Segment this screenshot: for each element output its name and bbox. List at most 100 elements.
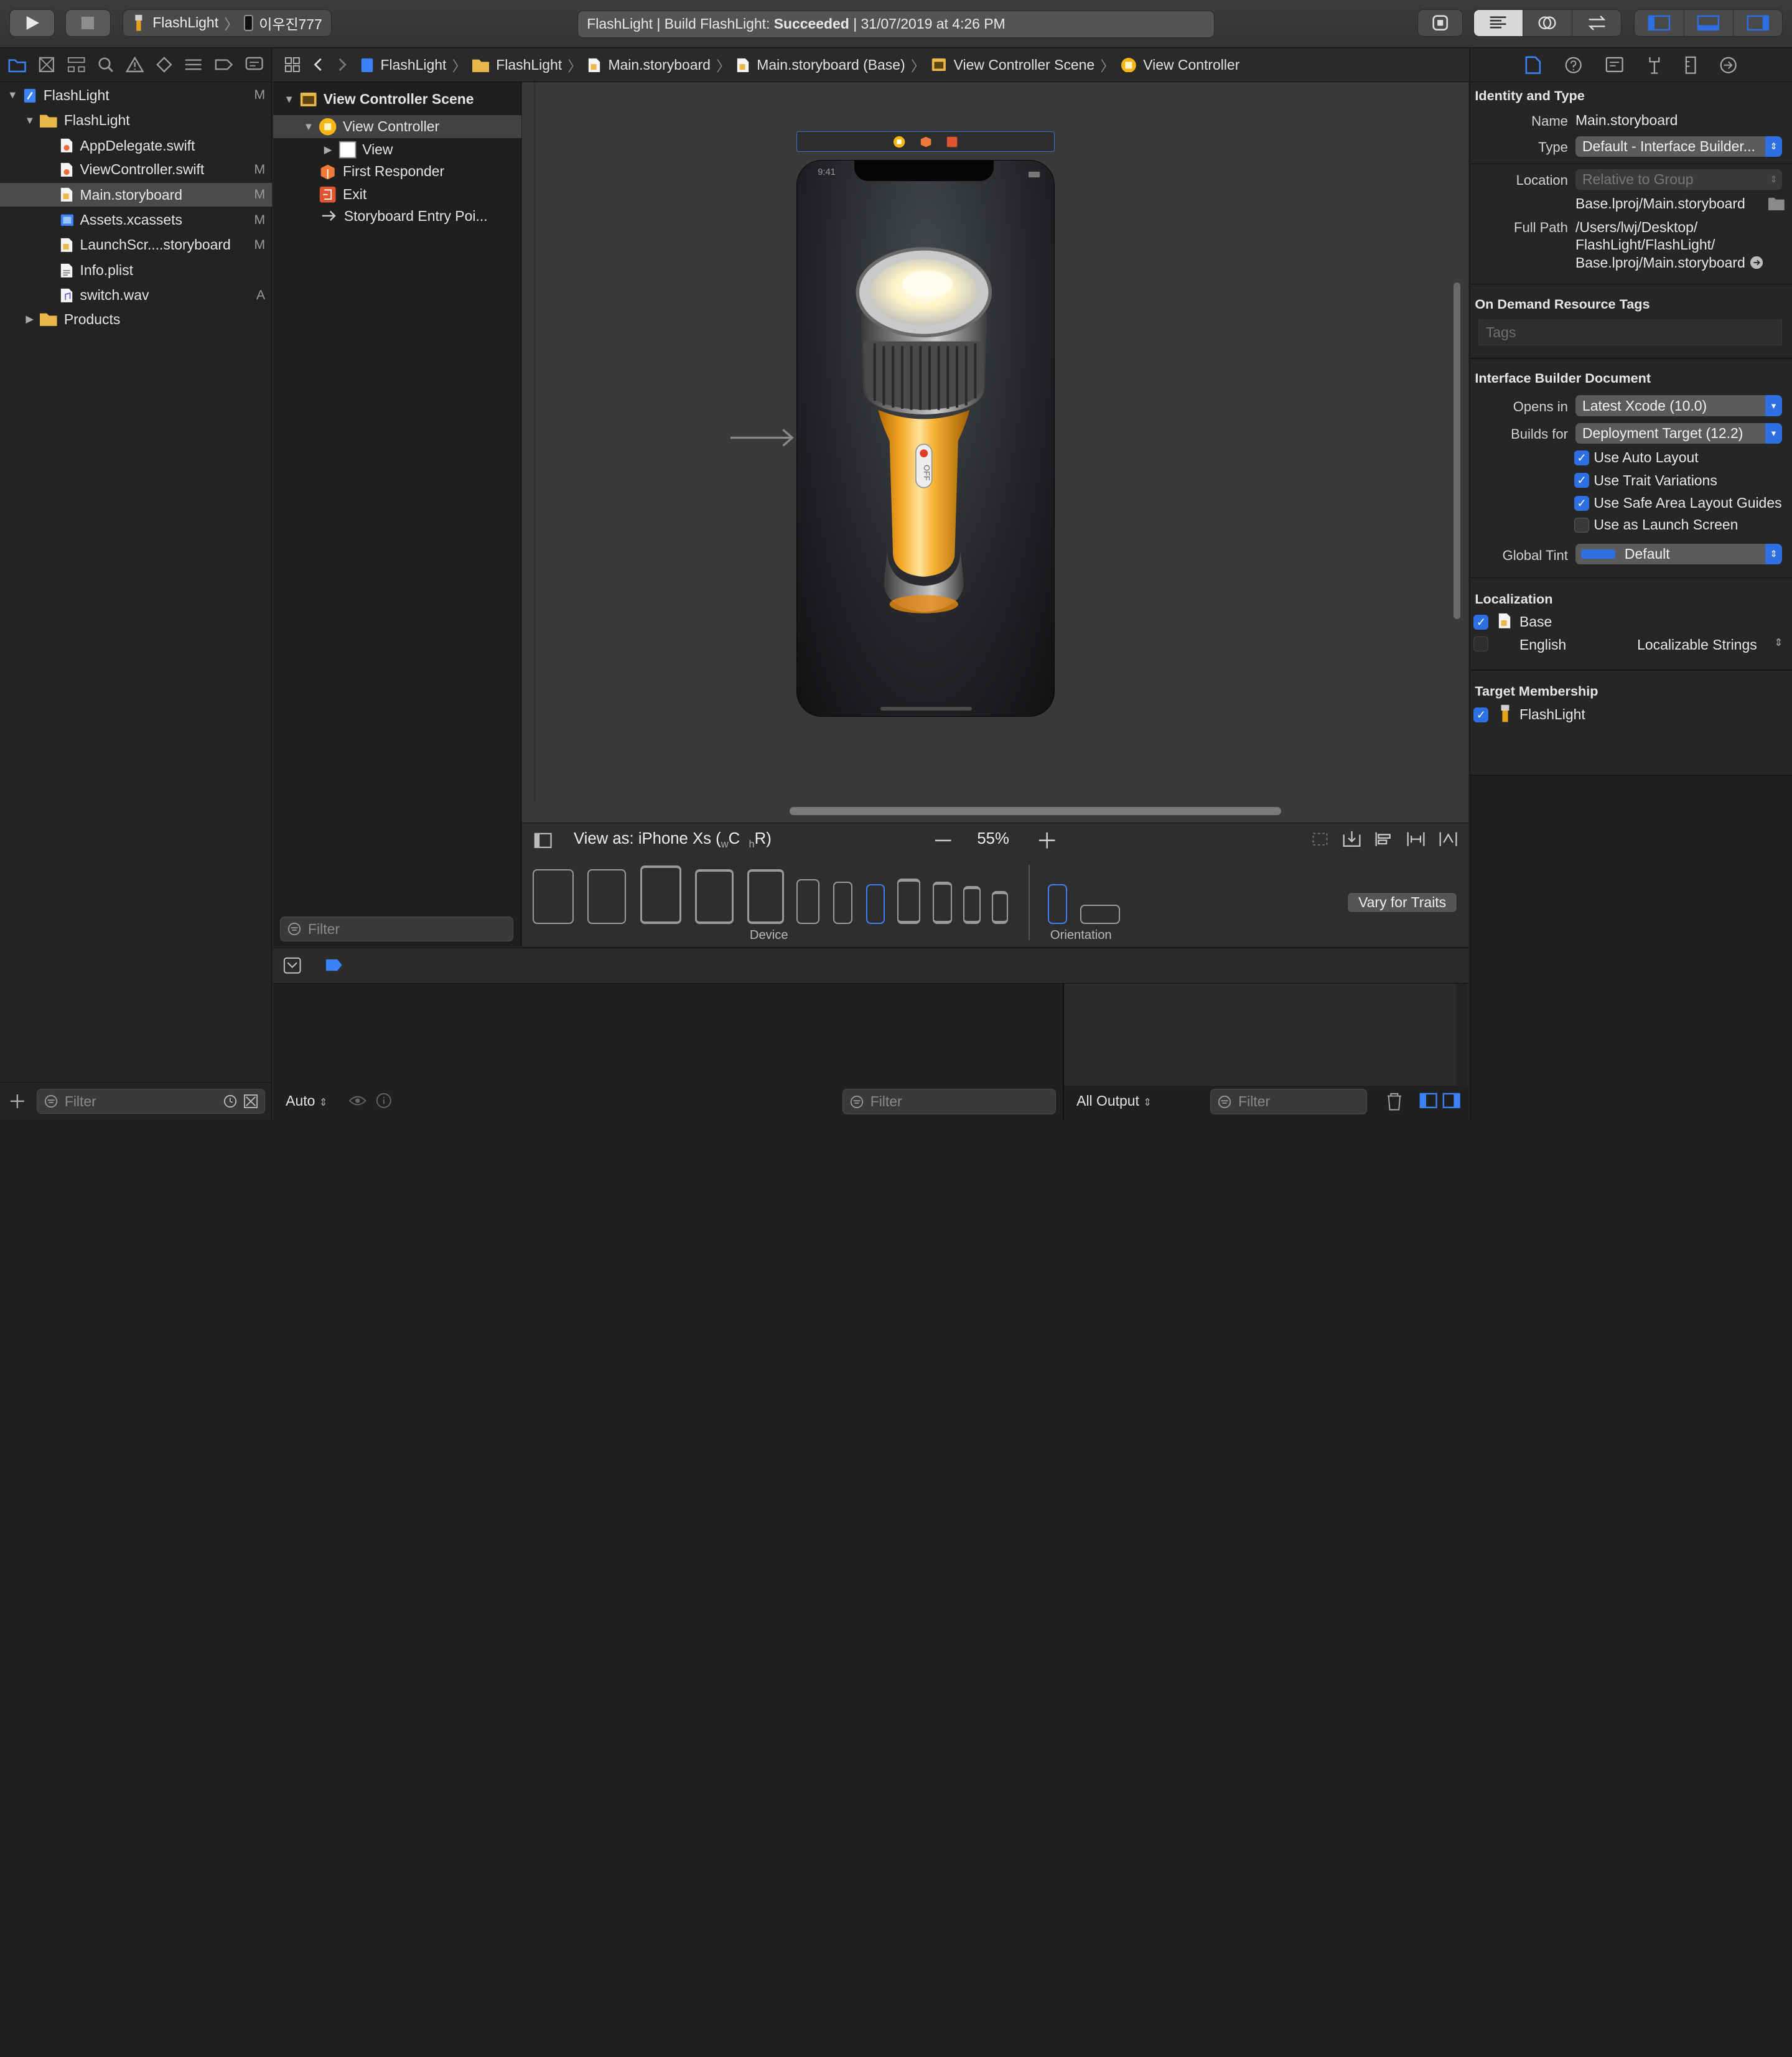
list-item-project[interactable]: ▼ FlashLight M <box>0 83 272 108</box>
device-iphone-8[interactable] <box>932 882 952 925</box>
forward-arrow-icon[interactable] <box>337 57 348 73</box>
list-item-file[interactable]: ViewController.swift M <box>0 157 272 182</box>
orientation-landscape[interactable] <box>1080 904 1120 925</box>
file-inspector-icon[interactable] <box>1525 56 1541 74</box>
breadcrumb-view-controller[interactable]: View Controller <box>1143 57 1239 73</box>
list-item-group[interactable]: ▼ FlashLight <box>0 108 272 133</box>
list-item-file[interactable]: AppDelegate.swift <box>0 134 272 158</box>
device-ipad-9[interactable] <box>694 869 734 925</box>
list-item-file[interactable]: switch.wav A <box>0 284 272 308</box>
library-button[interactable] <box>1417 9 1463 37</box>
type-popup[interactable]: Default - Interface Builder... ⇕ <box>1575 136 1783 157</box>
report-tab-icon[interactable] <box>245 57 263 73</box>
vary-for-traits-button[interactable]: Vary for Traits <box>1347 892 1457 913</box>
identity-inspector-icon[interactable] <box>1605 57 1623 73</box>
source-control-tab-icon[interactable] <box>39 57 55 73</box>
disclosure-open-icon[interactable]: ▼ <box>7 89 18 101</box>
resolve-issues-icon[interactable] <box>1438 830 1458 848</box>
quick-look-icon[interactable] <box>348 1094 367 1108</box>
device-iphone-xs[interactable] <box>866 884 885 925</box>
checkbox-trait-variations[interactable]: ✓ <box>1574 473 1589 488</box>
breadcrumb-project[interactable]: FlashLight <box>381 57 447 73</box>
orientation-portrait[interactable] <box>1048 884 1068 925</box>
variables-view-toggle-icon[interactable] <box>1419 1093 1437 1109</box>
run-button[interactable] <box>9 9 55 37</box>
opens-in-popup[interactable]: Latest Xcode (10.0) ▾ <box>1575 395 1783 416</box>
disclosure-closed-icon[interactable]: ▶ <box>24 313 35 325</box>
folder-icon[interactable] <box>1768 197 1785 210</box>
exit-icon[interactable] <box>946 136 958 148</box>
device-ipad-pro-12[interactable] <box>532 869 574 925</box>
outline-row[interactable]: ▶ View <box>273 138 521 161</box>
outline-row[interactable]: First Responder <box>273 160 521 183</box>
console-filter-field[interactable]: Filter <box>1210 1089 1367 1114</box>
info-icon[interactable] <box>376 1093 392 1109</box>
breakpoint-tab-icon[interactable] <box>215 57 233 73</box>
horizontal-scrollbar[interactable] <box>790 806 1281 815</box>
breadcrumb-file[interactable]: Main.storyboard <box>608 57 710 73</box>
outline-row[interactable]: Exit <box>273 183 521 206</box>
list-item-file[interactable]: Assets.xcassets M <box>0 208 272 232</box>
device-ipad-mini[interactable] <box>747 869 784 925</box>
device-ipad-pro-11[interactable] <box>587 869 627 925</box>
device-iphone-se[interactable] <box>963 886 981 925</box>
console-output[interactable] <box>1063 984 1469 1086</box>
add-icon[interactable] <box>9 1093 26 1109</box>
console-scrollbar[interactable] <box>1455 984 1468 1086</box>
list-item-file[interactable]: LaunchScr....storyboard M <box>0 233 272 258</box>
checkbox-target-flashlight[interactable]: ✓ <box>1473 707 1489 722</box>
align-icon[interactable] <box>1374 830 1394 848</box>
hierarchy-tab-icon[interactable] <box>67 57 85 73</box>
disclosure-closed-icon[interactable]: ▶ <box>322 144 334 156</box>
checkbox-loc-base[interactable]: ✓ <box>1473 615 1489 630</box>
back-arrow-icon[interactable] <box>312 57 323 73</box>
loc-english-mode[interactable]: Localizable Strings <box>1637 637 1757 653</box>
disclosure-open-icon[interactable]: ▼ <box>283 93 294 106</box>
outline-filter-field[interactable]: Filter <box>279 917 513 942</box>
checkbox-safe-area[interactable]: ✓ <box>1574 496 1589 511</box>
attributes-inspector-icon[interactable] <box>1646 56 1663 74</box>
version-editor-button[interactable] <box>1572 10 1621 36</box>
embed-in-icon[interactable] <box>1342 830 1362 848</box>
assistant-editor-button[interactable] <box>1523 9 1572 36</box>
size-inspector-icon[interactable] <box>1685 56 1696 74</box>
debug-tab-icon[interactable] <box>184 57 202 73</box>
breadcrumb-localization[interactable]: Main.storyboard (Base) <box>757 57 905 73</box>
reveal-in-finder-icon[interactable] <box>1750 256 1763 269</box>
standard-editor-button[interactable] <box>1473 9 1523 36</box>
connections-inspector-icon[interactable] <box>1719 56 1737 74</box>
global-tint-popup[interactable]: Default ⇕ <box>1575 544 1783 565</box>
update-frames-icon[interactable] <box>1310 830 1330 848</box>
builds-for-popup[interactable]: Deployment Target (12.2) ▾ <box>1575 422 1783 444</box>
variables-filter-field[interactable]: Filter <box>842 1089 1057 1114</box>
clock-icon[interactable] <box>223 1094 237 1108</box>
zoom-in-icon[interactable] <box>1038 831 1056 849</box>
warning-tab-icon[interactable] <box>126 57 144 73</box>
console-view-toggle-icon[interactable] <box>1442 1093 1460 1109</box>
checkbox-launch-screen[interactable] <box>1574 518 1589 533</box>
output-selector[interactable]: All Output ⇕ <box>1076 1093 1152 1109</box>
breadcrumb-scene[interactable]: View Controller Scene <box>954 57 1095 73</box>
hide-debug-area-icon[interactable] <box>283 957 301 974</box>
folder-tab-icon[interactable] <box>8 57 27 73</box>
add-constraints-icon[interactable] <box>1406 830 1426 848</box>
name-value[interactable]: Main.storyboard <box>1575 112 1678 129</box>
outline-scene-row[interactable]: ▼ View Controller Scene <box>273 88 521 111</box>
device-iphone-xs-max[interactable] <box>796 879 819 925</box>
quick-help-icon[interactable] <box>1564 56 1582 74</box>
checkbox-auto-layout[interactable]: ✓ <box>1574 450 1589 465</box>
list-item-file[interactable]: Info.plist <box>0 258 272 282</box>
variables-scope-selector[interactable]: Auto ⇕ <box>286 1093 327 1109</box>
outline-toggle-icon[interactable] <box>534 833 552 849</box>
list-item-group[interactable]: ▶ Products <box>0 307 272 332</box>
view-as-label[interactable]: View as: iPhone Xs (wC hR) <box>574 830 772 851</box>
disclosure-open-icon[interactable]: ▼ <box>303 121 314 133</box>
outline-row-selected[interactable]: ▼ View Controller <box>273 115 521 139</box>
scm-filter-icon[interactable] <box>244 1094 258 1109</box>
view-controller-icon[interactable] <box>893 136 905 148</box>
search-tab-icon[interactable] <box>98 57 114 73</box>
tags-field[interactable]: Tags <box>1478 320 1783 345</box>
zoom-out-icon[interactable] <box>934 833 952 849</box>
device-iphone-4s[interactable] <box>992 890 1008 925</box>
location-popup[interactable]: Relative to Group ⇕ <box>1575 169 1783 190</box>
